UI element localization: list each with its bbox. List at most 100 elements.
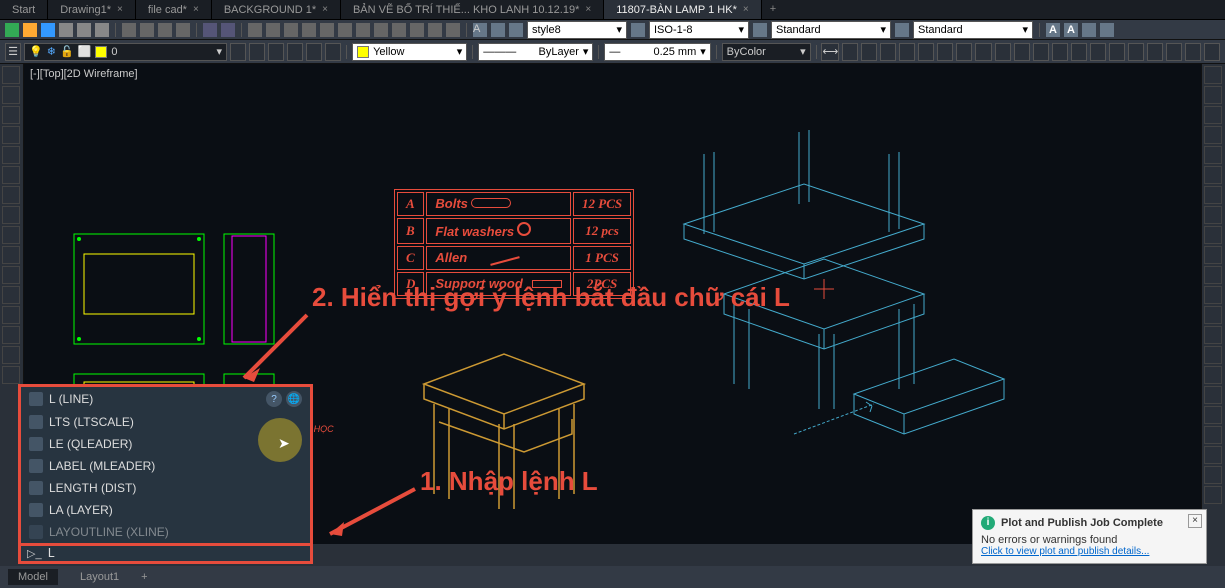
dim-icon[interactable] <box>491 23 505 37</box>
tool-icon[interactable] <box>1082 23 1096 37</box>
close-icon[interactable]: × <box>1188 514 1202 528</box>
scale-icon[interactable] <box>1204 126 1222 144</box>
dim-tool-icon[interactable] <box>631 23 645 37</box>
dim-icon[interactable] <box>880 43 896 61</box>
globe-icon[interactable]: 🌐 <box>286 391 302 407</box>
dim-icon[interactable] <box>1071 43 1087 61</box>
dim-icon[interactable] <box>861 43 877 61</box>
dim-icon[interactable] <box>842 43 858 61</box>
rotate-icon[interactable] <box>1204 106 1222 124</box>
tab-drawing1[interactable]: Drawing1*× <box>48 0 136 19</box>
layer-tool-icon[interactable] <box>287 43 303 61</box>
redo-icon[interactable] <box>221 23 235 37</box>
tool-icon[interactable] <box>753 23 767 37</box>
offset-icon[interactable] <box>1204 226 1222 244</box>
std1-dropdown[interactable]: Standard▾ <box>771 21 891 39</box>
dim-icon[interactable] <box>1014 43 1030 61</box>
tool-icon[interactable] <box>895 23 909 37</box>
open-icon[interactable] <box>23 23 37 37</box>
dim-icon[interactable]: ⟷ <box>821 43 839 61</box>
dim-icon[interactable] <box>918 43 934 61</box>
undo-icon[interactable] <box>203 23 217 37</box>
tab-filecad[interactable]: file cad*× <box>136 0 212 19</box>
tool-icon[interactable] <box>2 326 20 344</box>
save-icon[interactable] <box>41 23 55 37</box>
dim-style-dropdown[interactable]: ISO-1-8▾ <box>649 21 749 39</box>
rect-icon[interactable] <box>2 146 20 164</box>
layout-tab[interactable]: Layout1 <box>70 569 129 585</box>
dim-icon[interactable] <box>1033 43 1049 61</box>
cmd-suggestion[interactable]: LA (LAYER) <box>21 499 310 521</box>
dim-icon[interactable] <box>1128 43 1144 61</box>
arc-icon[interactable] <box>2 126 20 144</box>
tab-banve[interactable]: BẢN VẼ BỐ TRÍ THIẾ... KHO LANH 10.12.19*… <box>341 0 604 19</box>
dim-icon[interactable] <box>899 43 915 61</box>
dim-icon[interactable] <box>975 43 991 61</box>
tool-icon[interactable] <box>2 306 20 324</box>
notif-link[interactable]: Click to view plot and publish details..… <box>981 546 1198 557</box>
tool-icon[interactable] <box>284 23 298 37</box>
close-icon[interactable]: × <box>117 4 123 15</box>
command-input[interactable] <box>48 546 304 560</box>
close-icon[interactable]: × <box>743 4 749 15</box>
layer-tool-icon[interactable] <box>230 43 246 61</box>
copy-icon[interactable] <box>1204 86 1222 104</box>
new-icon[interactable] <box>5 23 19 37</box>
paste-icon[interactable] <box>158 23 172 37</box>
array-icon[interactable] <box>1204 246 1222 264</box>
tool-icon[interactable] <box>1204 406 1222 424</box>
cmd-suggestion[interactable]: LABEL (MLEADER) <box>21 455 310 477</box>
tool-icon[interactable] <box>428 23 442 37</box>
tool-icon[interactable] <box>1204 326 1222 344</box>
tool-icon[interactable] <box>446 23 460 37</box>
ellipse-icon[interactable] <box>2 166 20 184</box>
match-icon[interactable] <box>176 23 190 37</box>
mirror-icon[interactable] <box>1204 146 1222 164</box>
move-icon[interactable] <box>1204 66 1222 84</box>
tool-icon[interactable] <box>2 366 20 384</box>
tool-icon[interactable] <box>1204 306 1222 324</box>
cmd-suggestion[interactable]: L (LINE) ?🌐 <box>21 387 310 411</box>
tool-icon[interactable] <box>266 23 280 37</box>
dim-icon[interactable] <box>1166 43 1182 61</box>
color-dropdown[interactable]: Yellow▾ <box>352 43 467 61</box>
layer-tool-icon[interactable] <box>306 43 322 61</box>
close-icon[interactable]: × <box>322 4 328 15</box>
saveas-icon[interactable] <box>59 23 73 37</box>
tool-icon[interactable] <box>2 266 20 284</box>
dim-icon[interactable] <box>1052 43 1068 61</box>
add-tab-button[interactable]: + <box>762 0 784 19</box>
linetype-dropdown[interactable]: ———ByLayer▾ <box>478 43 593 61</box>
tab-background[interactable]: BACKGROUND 1*× <box>212 0 341 19</box>
layer-dropdown[interactable]: 💡❄🔓⬜ 0▾ <box>24 43 227 61</box>
cmd-suggestion[interactable]: LENGTH (DIST) <box>21 477 310 499</box>
cmd-suggestion[interactable]: LAYOUTLINE (XLINE) <box>21 521 310 543</box>
tab-start[interactable]: Start <box>0 0 48 19</box>
tab-banlamp[interactable]: 11807-BÀN LAMP 1 HK*× <box>604 0 762 19</box>
print-icon[interactable] <box>77 23 91 37</box>
tool-icon[interactable] <box>1204 446 1222 464</box>
extend-icon[interactable] <box>1204 186 1222 204</box>
model-tab[interactable]: Model <box>8 569 58 585</box>
tool-icon[interactable] <box>1204 366 1222 384</box>
tool-icon[interactable] <box>1204 346 1222 364</box>
explode-icon[interactable] <box>1204 286 1222 304</box>
dim-icon[interactable] <box>937 43 953 61</box>
text-icon[interactable] <box>2 246 20 264</box>
dim-icon[interactable] <box>1109 43 1125 61</box>
add-layout-icon[interactable]: + <box>141 571 147 583</box>
viewport-label[interactable]: [-][Top][2D Wireframe] <box>30 68 138 80</box>
tool-icon[interactable] <box>338 23 352 37</box>
tool-icon[interactable] <box>1100 23 1114 37</box>
trim-icon[interactable] <box>1204 166 1222 184</box>
tool-icon[interactable] <box>356 23 370 37</box>
tool-icon[interactable] <box>1204 466 1222 484</box>
tool-icon[interactable] <box>2 286 20 304</box>
tool-icon[interactable] <box>302 23 316 37</box>
dim-icon[interactable] <box>956 43 972 61</box>
line-icon[interactable] <box>2 66 20 84</box>
tool-icon[interactable] <box>248 23 262 37</box>
dim-icon[interactable] <box>1204 43 1220 61</box>
dim-icon[interactable] <box>1090 43 1106 61</box>
dim-icon[interactable] <box>1147 43 1163 61</box>
